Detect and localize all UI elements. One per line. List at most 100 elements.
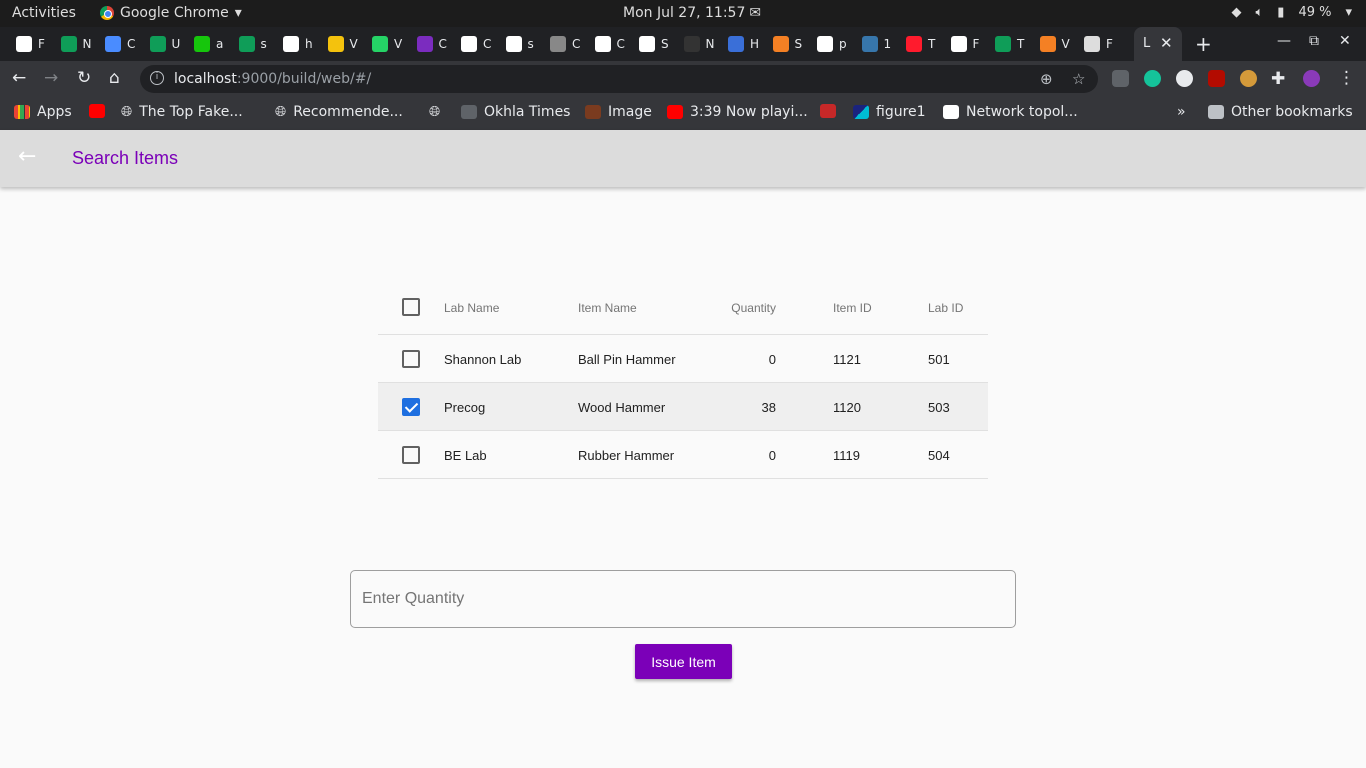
bookmark-image[interactable]: Image [585, 104, 652, 120]
browser-tab[interactable]: s [238, 35, 267, 53]
profile-avatar[interactable] [1303, 70, 1320, 87]
bookmark-top-fake[interactable]: 🌐︎ The Top Fake... [121, 104, 243, 120]
back-icon[interactable]: ← [12, 68, 26, 88]
quantity-input[interactable] [350, 570, 1016, 628]
browser-tab[interactable]: F [1084, 35, 1113, 53]
google-icon [639, 36, 655, 52]
bookmark-label: figure1 [876, 104, 926, 120]
browser-tab[interactable]: C [416, 35, 447, 53]
whatsapp-icon [372, 36, 388, 52]
cell-item-id: 1121 [833, 352, 861, 367]
column-header-quantity[interactable]: Quantity [731, 301, 776, 315]
row-checkbox[interactable] [402, 446, 420, 464]
green-square-icon [995, 36, 1011, 52]
browser-tab-title: N [82, 37, 92, 51]
active-tab[interactable]: L ✕ [1134, 27, 1182, 61]
table-row[interactable]: Precog Wood Hammer 38 1120 503 [378, 383, 988, 431]
cookie-icon[interactable] [1240, 70, 1257, 87]
browser-tab[interactable]: T [906, 35, 935, 53]
menu-kebab-icon[interactable]: ⋮ [1338, 68, 1355, 88]
select-all-checkbox[interactable] [402, 298, 420, 316]
browser-tab-title: V [1061, 37, 1070, 51]
app-bar: ← Search Items [0, 130, 1366, 187]
table-row[interactable]: Shannon Lab Ball Pin Hammer 0 1121 501 [378, 335, 988, 383]
grammarly-icon[interactable] [1144, 70, 1161, 87]
address-bar[interactable]: i localhost:9000/build/web/#/ ⊕ ☆ [140, 65, 1098, 93]
browser-tab[interactable]: T [995, 35, 1024, 53]
close-window-icon[interactable]: ✕ [1339, 33, 1351, 49]
browser-tab[interactable]: C [461, 35, 491, 53]
home-icon[interactable]: ⌂ [109, 68, 120, 88]
bookmark-network-topology[interactable]: Network topol... [943, 104, 1078, 120]
bookmark-red[interactable] [820, 104, 836, 118]
bookmark-label: Image [608, 104, 652, 120]
browser-tab-title: V [394, 37, 403, 51]
browser-tab-title: C [572, 37, 581, 51]
clock[interactable]: Mon Jul 27, 11:57 ✉ [623, 5, 761, 21]
table-row[interactable]: BE Lab Rubber Hammer 0 1119 504 [378, 431, 988, 479]
bookmark-star-icon[interactable]: ☆ [1072, 70, 1085, 88]
bookmark-label: The Top Fake... [139, 104, 243, 120]
bookmark-youtube-1[interactable] [89, 104, 105, 118]
restore-icon[interactable]: ⧉ [1309, 33, 1319, 49]
activities-button[interactable]: Activities [12, 5, 76, 21]
system-top-bar: Activities Google Chrome ▾ Mon Jul 27, 1… [0, 0, 1366, 27]
row-checkbox[interactable] [402, 350, 420, 368]
browser-tab[interactable]: C [550, 35, 580, 53]
mail-icon: ✉ [749, 5, 762, 21]
browser-tab[interactable]: H [728, 35, 759, 53]
close-tab-icon[interactable]: ✕ [1160, 34, 1173, 52]
bookmark-globe[interactable]: 🌐︎ [429, 104, 440, 120]
browser-tab[interactable]: p [817, 35, 847, 53]
forward-icon[interactable]: → [44, 68, 58, 88]
browser-tab[interactable]: S [772, 35, 802, 53]
extension-keep-icon[interactable] [1112, 70, 1129, 87]
back-arrow-icon[interactable]: ← [18, 144, 36, 169]
browser-tab[interactable]: F [950, 35, 979, 53]
reload-icon[interactable]: ↻ [77, 68, 91, 88]
column-header-item-name[interactable]: Item Name [578, 301, 637, 315]
browser-tab[interactable]: N [60, 35, 92, 53]
bookmark-apps[interactable]: Apps [14, 104, 72, 120]
column-header-item-id[interactable]: Item ID [833, 301, 872, 315]
new-tab-button[interactable]: + [1195, 32, 1212, 56]
browser-tab-title: V [349, 37, 358, 51]
browser-tab[interactable]: V [327, 35, 358, 53]
browser-tab[interactable]: 1 [861, 35, 891, 53]
bookmarks-overflow-button[interactable]: » [1177, 104, 1186, 120]
browser-tab[interactable]: C [105, 35, 135, 53]
browser-tab[interactable]: C [594, 35, 625, 53]
browser-tab[interactable]: s [505, 35, 534, 53]
column-header-lab-name[interactable]: Lab Name [444, 301, 499, 315]
browser-tab[interactable]: V [372, 35, 402, 53]
browser-tab[interactable]: h [283, 35, 313, 53]
browser-tab[interactable]: N [683, 35, 714, 53]
bookmark-figure1[interactable]: figure1 [853, 104, 926, 120]
browser-tab[interactable]: a [194, 35, 223, 53]
bookmark-now-playing[interactable]: 3:39 Now playi... [667, 104, 808, 120]
google-icon [283, 36, 299, 52]
stackoverflow-icon [1039, 36, 1056, 52]
barcode-icon [550, 36, 566, 52]
column-header-lab-id[interactable]: Lab ID [928, 301, 963, 315]
cell-quantity: 0 [768, 448, 776, 463]
bookmark-recommended[interactable]: 🌐︎ Recommende... [275, 104, 403, 120]
acrobat-icon[interactable] [1208, 70, 1225, 87]
browser-tab[interactable]: U [149, 35, 180, 53]
browser-tab[interactable]: F [16, 35, 45, 53]
browser-tab[interactable]: S [639, 35, 669, 53]
items-table: Lab Name Item Name Quantity Item ID Lab … [378, 283, 988, 479]
bookmark-okhla-times[interactable]: Okhla Times [461, 104, 570, 120]
row-checkbox[interactable] [402, 398, 420, 416]
app-menu[interactable]: Google Chrome ▾ [100, 5, 242, 21]
active-tab-title: L [1143, 36, 1151, 51]
site-info-icon[interactable]: i [150, 71, 164, 85]
minimize-icon[interactable]: — [1277, 33, 1291, 49]
extension-circle-icon[interactable] [1176, 70, 1193, 87]
extensions-puzzle-icon[interactable]: ✚ [1271, 69, 1285, 89]
browser-tab[interactable]: V [1039, 35, 1070, 53]
other-bookmarks[interactable]: Other bookmarks [1208, 104, 1353, 120]
install-app-icon[interactable]: ⊕ [1040, 70, 1053, 88]
issue-item-button[interactable]: Issue Item [635, 644, 732, 679]
system-tray[interactable]: ◆ 🔈︎ ▮ 49 % ▾ [1231, 5, 1352, 20]
